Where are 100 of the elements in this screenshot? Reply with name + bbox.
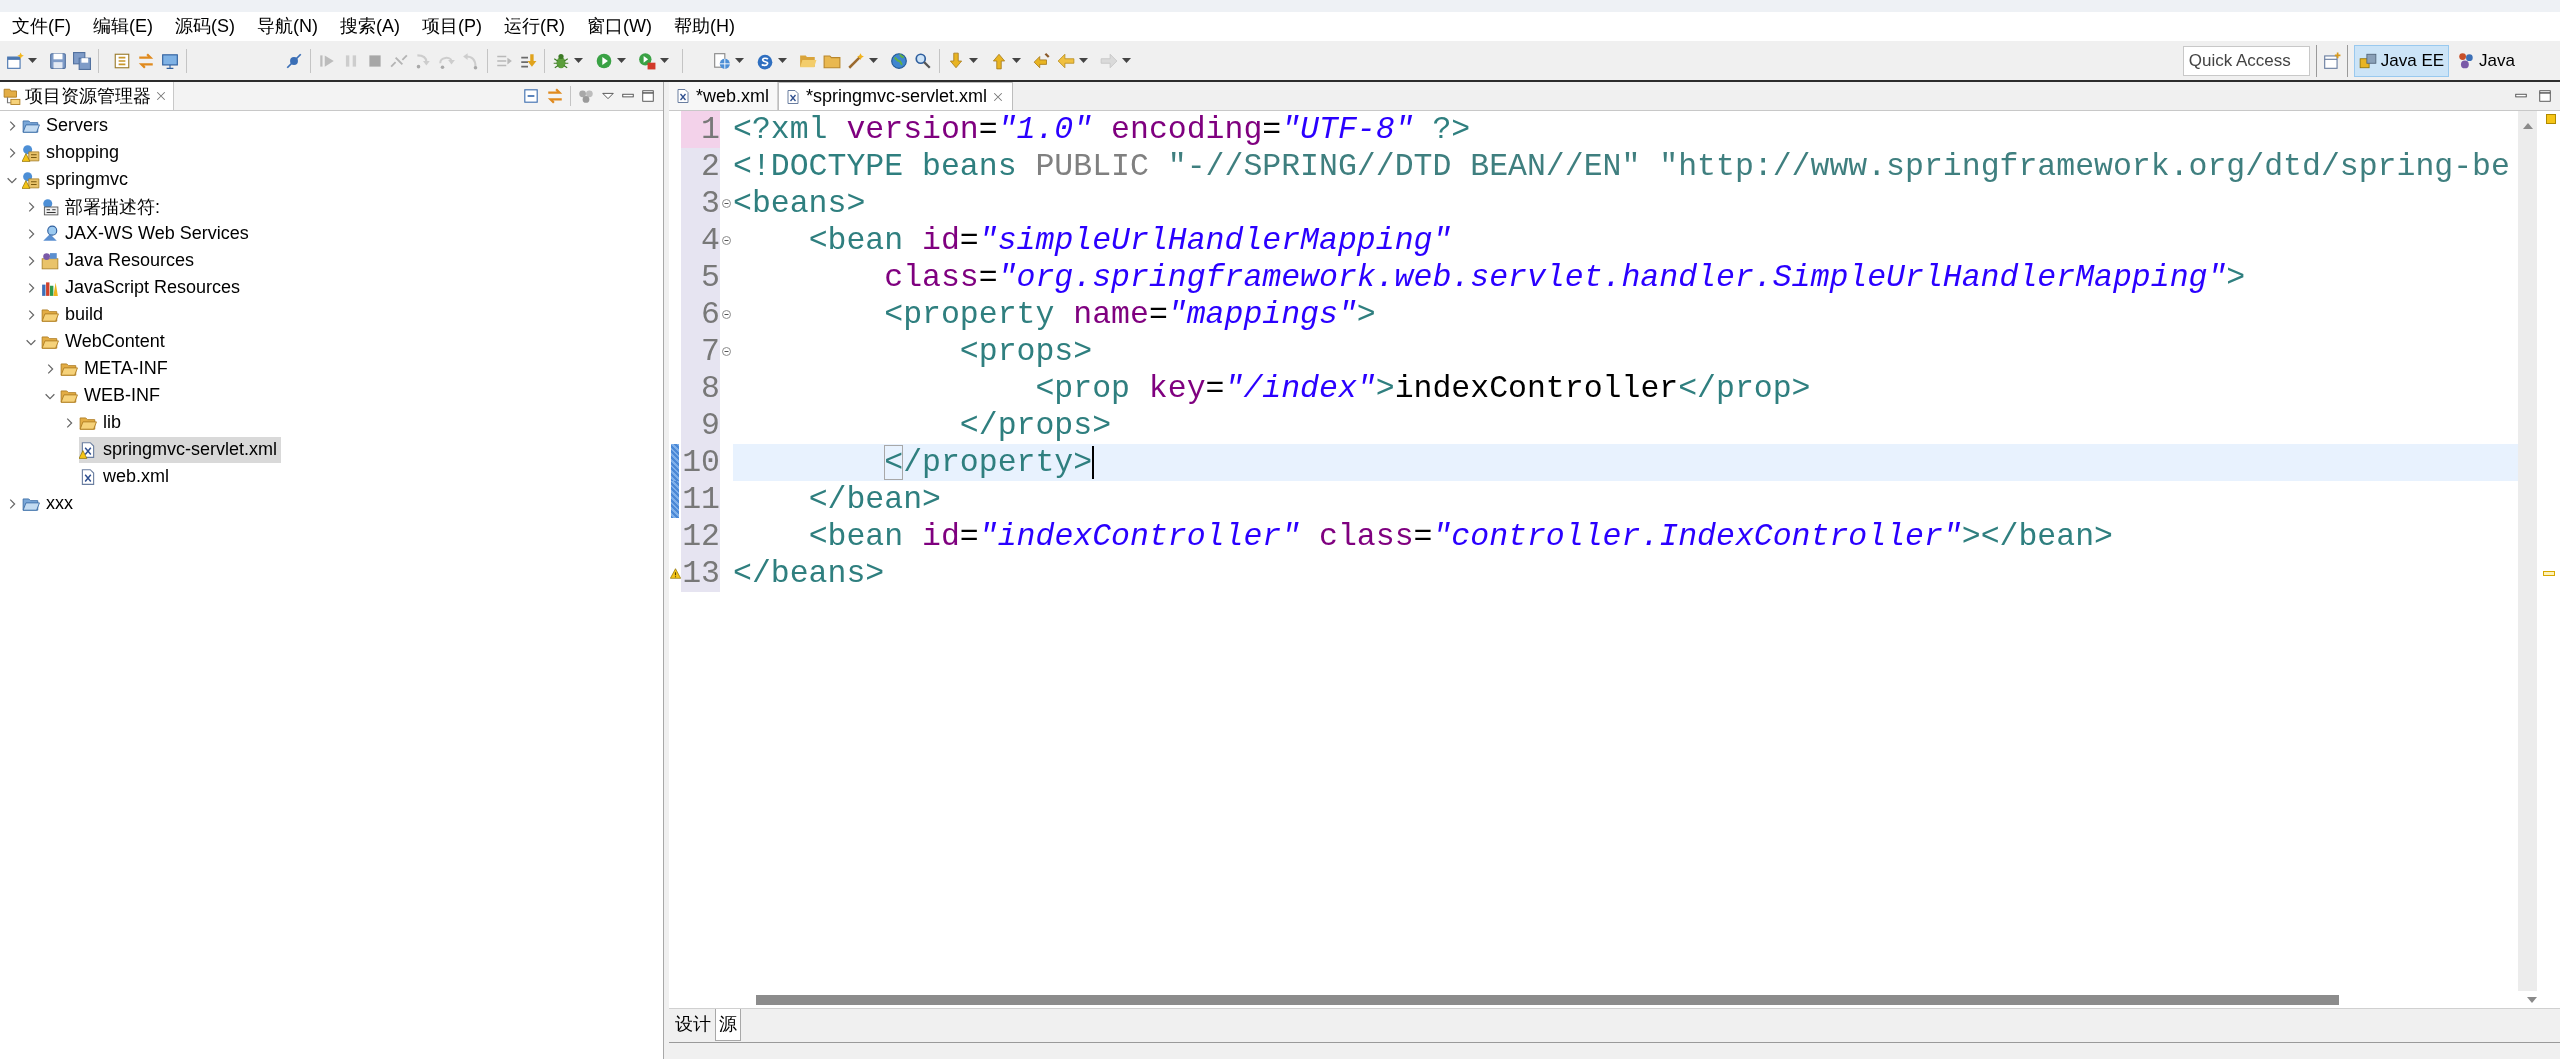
mode-tab[interactable]: 源 [715, 1009, 741, 1041]
menu-item[interactable]: 帮助(H) [662, 13, 746, 40]
circles-icon[interactable] [577, 87, 595, 105]
mode-tab[interactable]: 设计 [671, 1009, 715, 1041]
scroll-up-icon[interactable] [2521, 121, 2534, 130]
magnifier-icon[interactable] [914, 51, 932, 70]
dropdown-caret-icon[interactable] [778, 58, 787, 63]
box-icon [41, 251, 59, 270]
editor-tab[interactable]: *springmvc-servlet.xml [778, 82, 1014, 110]
tree-item[interactable]: xxx [22, 490, 77, 517]
monitor-icon[interactable] [161, 51, 179, 70]
maximize-icon[interactable] [641, 89, 655, 103]
tree-item[interactable]: springmvc-servlet.xml [79, 436, 282, 463]
scroll-down-icon[interactable] [2526, 995, 2538, 1004]
tree-item[interactable]: JAX-WS Web Services [41, 220, 253, 247]
dropdown-caret-icon[interactable] [28, 58, 37, 63]
menu-item[interactable]: 运行(R) [493, 13, 576, 40]
menu-item[interactable]: 窗口(W) [576, 13, 663, 40]
close-icon[interactable] [155, 90, 167, 102]
arrow-lines-icon[interactable] [519, 51, 537, 70]
code-line: <bean id="indexController" class="controller.IndexController"></bean> [808, 518, 2113, 555]
tree-item[interactable]: META-INF [60, 355, 172, 382]
close-icon[interactable] [992, 90, 1005, 103]
warning-summary-icon [2546, 114, 2556, 124]
dropdown-caret-icon[interactable] [617, 58, 626, 63]
text-cursor [1092, 446, 1095, 479]
line-number: 10 [681, 444, 720, 481]
bug-icon[interactable] [552, 51, 570, 70]
save-all-icon[interactable] [73, 51, 91, 70]
perspective-button[interactable]: Java EE [2353, 44, 2450, 77]
quick-access-field[interactable]: Quick Access [2182, 45, 2310, 76]
xml-file-icon [675, 88, 691, 104]
edit-arrow-icon[interactable] [1033, 51, 1051, 70]
maximize-icon[interactable] [2538, 89, 2552, 103]
list-icon[interactable] [113, 51, 131, 70]
squares-icon [2358, 51, 2377, 70]
dropdown-caret-icon[interactable] [574, 58, 583, 63]
dropdown-caret-icon[interactable] [735, 58, 744, 63]
folder-tree-icon [3, 87, 21, 105]
fold-icon[interactable] [722, 347, 731, 356]
fold-icon[interactable] [722, 310, 731, 319]
view-tab[interactable]: 项目资源管理器 [0, 82, 174, 110]
fold-icon[interactable] [722, 236, 731, 245]
code-line: </property> [884, 444, 1093, 481]
menu-item[interactable]: 项目(P) [411, 13, 493, 40]
fold-icon[interactable] [722, 199, 731, 208]
line-number: 5 [681, 259, 720, 296]
code-line: <beans> [733, 185, 866, 222]
code-line: <property name="mappings"> [884, 296, 1376, 333]
dropdown-caret-icon[interactable] [1012, 58, 1021, 63]
code-line: class="org.springframework.web.servlet.handler.SimpleUrlHandlerMapping"> [884, 259, 2246, 296]
card-icon [41, 197, 59, 216]
save-icon[interactable] [49, 51, 67, 70]
line-number: 3 [681, 185, 720, 222]
editor-tab[interactable]: *web.xml [669, 82, 779, 110]
line-number: 7 [681, 333, 720, 370]
line-number: 6 [681, 296, 720, 333]
dropdown-caret-icon[interactable] [660, 58, 669, 63]
wand-icon[interactable] [847, 51, 865, 70]
collapse-all-icon[interactable] [522, 87, 540, 105]
line-number: 9 [681, 407, 720, 444]
dropdown-caret-icon[interactable] [1079, 58, 1088, 63]
tree-item[interactable]: springmvc [22, 166, 133, 193]
swap-arrows-icon[interactable] [137, 51, 155, 70]
menu-item[interactable]: 搜索(A) [329, 13, 411, 40]
xml-file-icon [79, 467, 97, 486]
menu-item[interactable]: 源码(S) [164, 13, 246, 40]
window-plus-icon[interactable] [2322, 51, 2341, 70]
globe-icon[interactable] [890, 51, 908, 70]
code-line: <props> [959, 333, 1093, 370]
warning-marker-icon[interactable] [2542, 571, 2555, 576]
line-number: 8 [681, 370, 720, 407]
dropdown-caret-icon[interactable] [869, 58, 878, 63]
code-line: <bean id="simpleUrlHandlerMapping" [808, 222, 1452, 259]
new-window-icon[interactable] [6, 51, 24, 70]
line-number: 11 [681, 481, 720, 518]
tree-item[interactable]: web.xml [79, 463, 173, 490]
code-line: <prop key="/index">indexController</prop> [1035, 370, 1811, 407]
tree-item[interactable]: build [41, 301, 108, 328]
menu-item[interactable]: 文件(F) [1, 13, 82, 40]
tree-item[interactable]: Servers [22, 112, 112, 139]
slashed-dot-icon[interactable] [285, 51, 303, 70]
dropdown-caret-icon[interactable] [969, 58, 978, 63]
tree-item[interactable]: WEB-INF [60, 382, 164, 409]
tree-item[interactable]: JavaScript Resources [41, 274, 245, 301]
menu-item[interactable]: 编辑(E) [82, 13, 164, 40]
perspective-button[interactable]: Java [2452, 44, 2520, 77]
tree-item[interactable]: Java Resources [41, 247, 199, 274]
tree-item[interactable]: shopping [22, 139, 124, 166]
code-line: <!DOCTYPE beans PUBLIC "-//SPRING//DTD BEAN//EN" "http://www.springframework.org/dtd/spring-be [733, 148, 2510, 185]
dots-icon [2457, 51, 2476, 70]
tree-item[interactable]: 部署描述符: [41, 193, 164, 220]
line-number: 12 [681, 518, 720, 555]
swap-arrows-icon[interactable] [546, 87, 564, 105]
line-number: 4 [681, 222, 720, 259]
tree-item[interactable]: lib [79, 409, 125, 436]
menu-item[interactable]: 导航(N) [246, 13, 329, 40]
tree-item[interactable]: WebContent [41, 328, 169, 355]
code-line: </beans> [733, 555, 885, 592]
run-tool-icon[interactable] [638, 51, 656, 70]
